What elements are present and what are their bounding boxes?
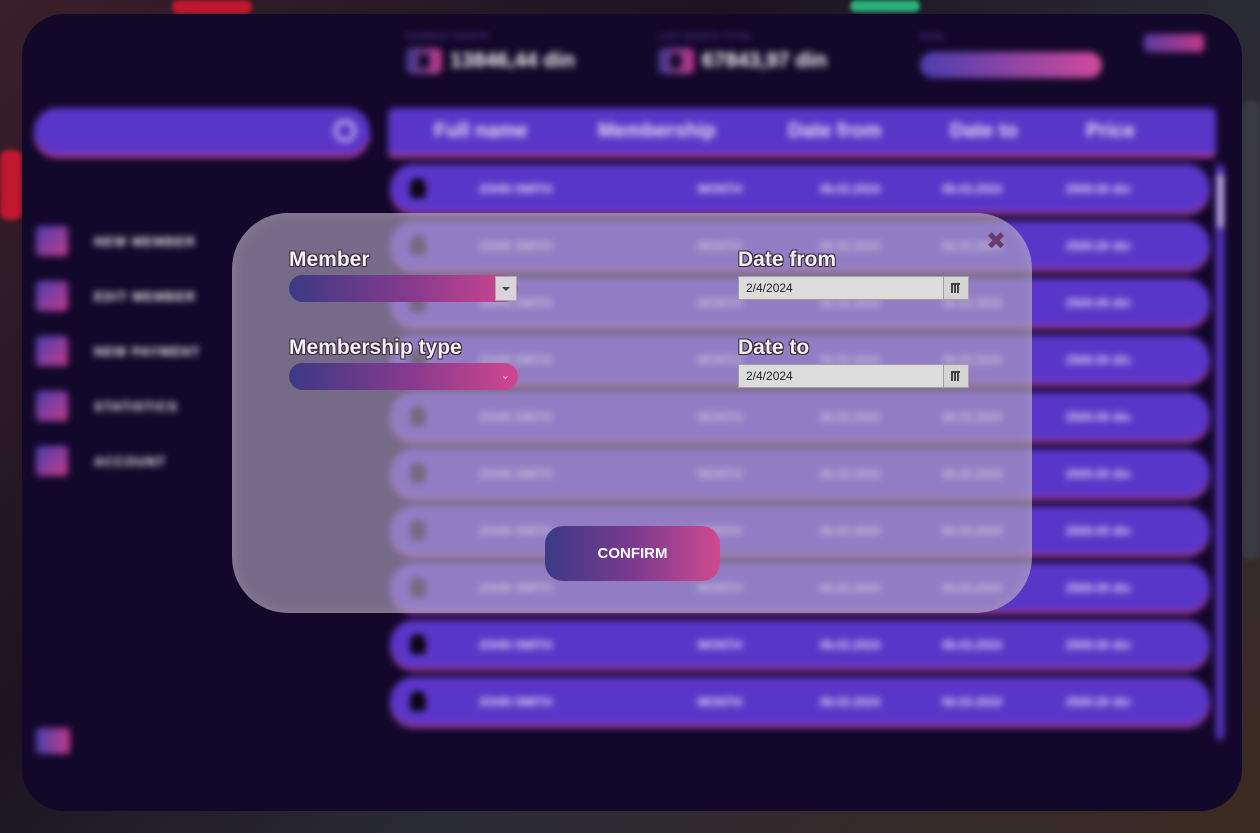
stat-current-month: CURRENT MONTH 13846,44 din (406, 32, 575, 74)
table-cell-from: 06.02.2024 (820, 638, 881, 652)
stat-goal: GOAL (920, 32, 946, 42)
date-from-input[interactable] (739, 277, 957, 299)
dropdown-button[interactable] (495, 276, 517, 301)
background-sign (0, 150, 22, 220)
edit-member-icon (36, 281, 68, 311)
column-header[interactable]: Date from (788, 120, 881, 143)
new-payment-dialog: ✖ Member Membership type ⌄ Date from Dat… (232, 213, 1032, 613)
sidebar-item-statistics[interactable]: STATISTICS (36, 391, 178, 421)
stat-value: 13846,44 din (450, 49, 575, 72)
avatar-icon (410, 634, 426, 654)
sidebar-item-edit-member[interactable]: EDIT MEMBER (36, 281, 196, 311)
coin-icon (658, 48, 694, 74)
confirm-button[interactable]: CONFIRM (545, 526, 720, 581)
window-controls[interactable] (1144, 34, 1204, 52)
column-header[interactable]: Full name (434, 120, 527, 143)
table-cell-price: 2500.00 din (1066, 410, 1131, 424)
background-sign (850, 0, 920, 12)
scrollbar-thumb[interactable] (1218, 174, 1223, 228)
stat-label: CURRENT MONTH (406, 32, 490, 41)
table-cell-to: 06.03.2024 (942, 695, 1003, 709)
search-bar[interactable] (34, 108, 370, 154)
statistics-icon (36, 391, 68, 421)
sidebar-item-label: NEW MEMBER (94, 233, 196, 249)
scrollbar-track[interactable] (1216, 164, 1224, 740)
column-header[interactable]: Membership (598, 120, 716, 143)
sidebar-item-new-member[interactable]: NEW MEMBER (36, 226, 196, 256)
stat-last-month: LAST MONTH TOTAL 67843,97 din (658, 32, 827, 74)
goal-progress-bar (920, 52, 1102, 78)
member-label: Member (289, 248, 370, 271)
table-row[interactable]: JOHN SMITH MONTH 06.02.2024 06.03.2024 2500.… (390, 677, 1210, 725)
sidebar-item-label: EDIT MEMBER (94, 288, 196, 304)
table-cell-price: 2500.00 din (1066, 296, 1131, 310)
new-member-icon (36, 226, 68, 256)
background-sign (1242, 100, 1260, 560)
member-combobox[interactable] (289, 275, 518, 302)
membership-type-combobox[interactable]: ⌄ (289, 363, 518, 390)
table-cell-name: JOHN SMITH (478, 638, 553, 652)
table-cell-to: 06.03.2024 (942, 182, 1003, 196)
table-cell-membership: MONTH (698, 638, 742, 652)
table-cell-price: 2500.00 din (1066, 239, 1131, 253)
coin-icon (406, 48, 442, 74)
sidebar-item-label: NEW PAYMENT (94, 343, 201, 359)
table-cell-from: 06.02.2024 (820, 182, 881, 196)
new-payment-icon (36, 336, 68, 366)
avatar-icon (410, 178, 426, 198)
sidebar-item-new-payment[interactable]: NEW PAYMENT (36, 336, 200, 366)
membership-type-label: Membership type (289, 336, 462, 359)
column-header[interactable]: Date to (950, 120, 1018, 143)
table-cell-name: JOHN SMITH (478, 695, 553, 709)
table-cell-membership: MONTH (698, 695, 742, 709)
stat-label: GOAL (920, 32, 947, 41)
table-cell-price: 2500.00 din (1066, 524, 1131, 538)
chevron-down-icon: ⌄ (500, 370, 510, 382)
table-cell-to: 06.03.2024 (942, 638, 1003, 652)
date-from-label: Date from (738, 248, 837, 271)
account-icon (36, 446, 68, 476)
calendar-icon[interactable] (943, 365, 968, 387)
table-cell-price: 2500.00 din (1066, 581, 1131, 595)
close-icon[interactable]: ✖ (986, 227, 1006, 256)
table-cell-price: 2500.00 din (1066, 467, 1131, 481)
date-from-picker[interactable] (738, 276, 969, 300)
table-row[interactable]: JOHN SMITH MONTH 06.02.2024 06.03.2024 2500.… (390, 620, 1210, 668)
stat-value: 67843,97 din (702, 49, 827, 72)
column-header[interactable]: Price (1086, 120, 1135, 143)
date-to-label: Date to (738, 336, 810, 359)
sidebar-item-label: STATISTICS (94, 398, 178, 414)
table-cell-from: 06.02.2024 (820, 695, 881, 709)
avatar-icon (410, 691, 426, 711)
table-row[interactable]: JOHN SMITH MONTH 06.02.2024 06.03.2024 2500.… (390, 164, 1210, 212)
stat-label: LAST MONTH TOTAL (658, 32, 753, 41)
date-to-picker[interactable] (738, 364, 969, 388)
background-sign (172, 0, 252, 14)
search-icon[interactable] (334, 120, 356, 142)
sidebar-item-account[interactable]: ACCOUNT (36, 446, 166, 476)
table-cell-name: JOHN SMITH (478, 182, 553, 196)
date-to-input[interactable] (739, 365, 957, 387)
calendar-icon[interactable] (943, 277, 968, 299)
table-cell-price: 2500.00 din (1066, 638, 1131, 652)
table-header: Full name Membership Date from Date to P… (388, 108, 1216, 154)
logout-icon[interactable] (36, 728, 70, 754)
sidebar-item-label: ACCOUNT (94, 453, 166, 469)
table-cell-membership: MONTH (698, 182, 742, 196)
table-cell-price: 2500.00 din (1066, 353, 1131, 367)
table-cell-price: 2500.00 din (1066, 695, 1131, 709)
table-cell-price: 2500.00 din (1066, 182, 1131, 196)
